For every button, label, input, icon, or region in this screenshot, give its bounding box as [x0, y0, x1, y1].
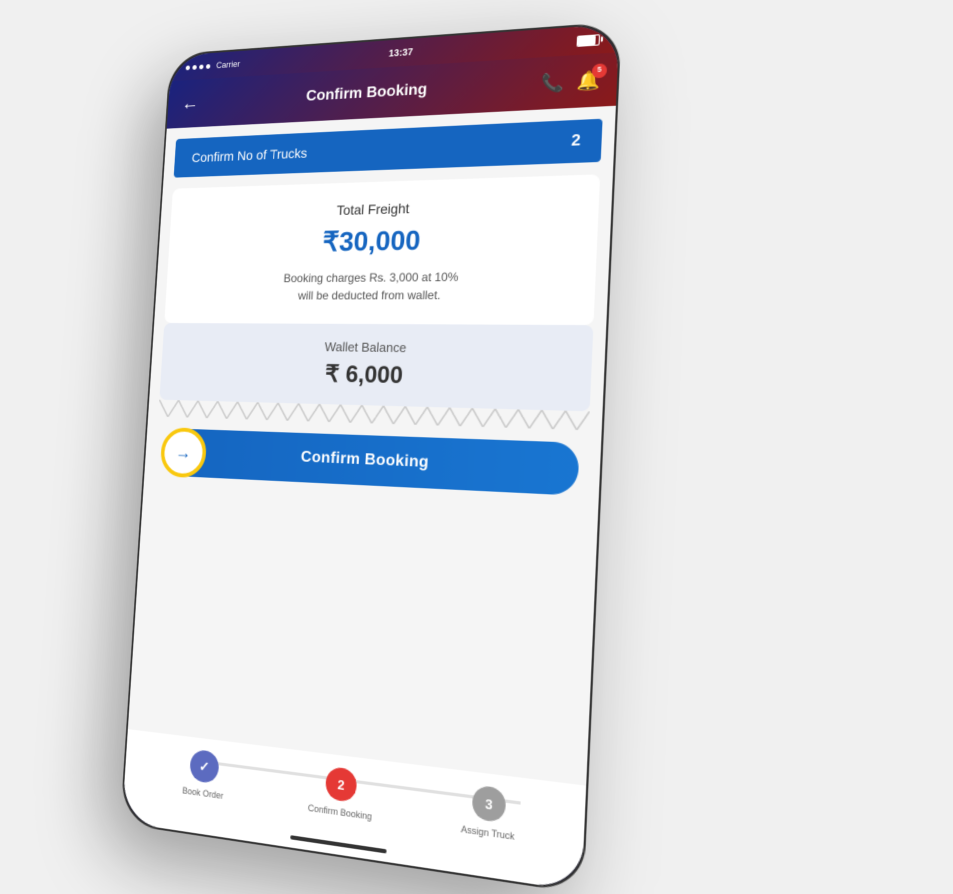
step-3-circle: 3: [472, 785, 507, 824]
header-icons: 📞 🔔 5: [541, 69, 601, 94]
carrier-label: Carrier: [216, 59, 240, 70]
status-left: Carrier: [185, 59, 240, 72]
freight-amount: ₹30,000: [322, 224, 421, 258]
button-circle: →: [160, 427, 208, 478]
header-title: Confirm Booking: [205, 74, 542, 111]
step-2-circle: 2: [325, 766, 358, 803]
content-area: Confirm No of Trucks 2 Total Freight ₹30…: [122, 106, 616, 892]
trucks-label: Confirm No of Trucks: [191, 145, 307, 165]
arrow-icon: →: [175, 442, 192, 463]
phone-wrapper: Carrier 13:37 ← Confirm Booking 📞 🔔: [120, 21, 622, 893]
step-3-label: Assign Truck: [461, 824, 515, 842]
booking-charges-text: Booking charges Rs. 3,000 at 10% will be…: [282, 268, 459, 304]
step-3-number: 3: [485, 795, 493, 812]
time-display: 13:37: [388, 47, 413, 59]
back-button[interactable]: ←: [181, 93, 199, 115]
step-assign-truck: 3 Assign Truck: [412, 777, 568, 849]
battery-fill: [578, 35, 596, 45]
step-1-circle: ✓: [189, 749, 219, 784]
phone: Carrier 13:37 ← Confirm Booking 📞 🔔: [120, 21, 622, 893]
notification-badge: 5: [592, 63, 607, 78]
signal-dot-2: [192, 65, 197, 70]
wallet-section: Wallet Balance ₹ 6,000: [159, 323, 593, 411]
freight-label: Total Freight: [336, 200, 410, 218]
step-book-order: ✓ Book Order: [138, 742, 273, 807]
wallet-label: Wallet Balance: [324, 339, 406, 355]
signal-dot-4: [206, 64, 211, 69]
step-1-label: Book Order: [182, 785, 224, 801]
confirm-booking-button[interactable]: → Confirm Booking: [161, 428, 579, 496]
step-2-number: 2: [337, 776, 345, 792]
battery-icon: [577, 34, 601, 47]
trucks-count: 2: [571, 132, 581, 151]
confirm-button-label: Confirm Booking: [162, 443, 579, 479]
step-2-label: Confirm Booking: [308, 803, 372, 822]
signal-dot-3: [199, 64, 204, 69]
notification-icon[interactable]: 🔔 5: [576, 69, 600, 92]
trucks-bar: Confirm No of Trucks 2: [174, 119, 603, 178]
phone-icon[interactable]: 📞: [541, 71, 565, 94]
wallet-amount: ₹ 6,000: [324, 360, 403, 390]
checkmark-icon: ✓: [199, 757, 210, 775]
step-confirm-booking: 2 Confirm Booking: [270, 759, 415, 827]
phone-screen: Carrier 13:37 ← Confirm Booking 📞 🔔: [122, 24, 620, 892]
freight-card: Total Freight ₹30,000 Booking charges Rs…: [164, 174, 600, 325]
signal-dot-1: [186, 65, 191, 70]
scene: Carrier 13:37 ← Confirm Booking 📞 🔔: [0, 0, 953, 890]
